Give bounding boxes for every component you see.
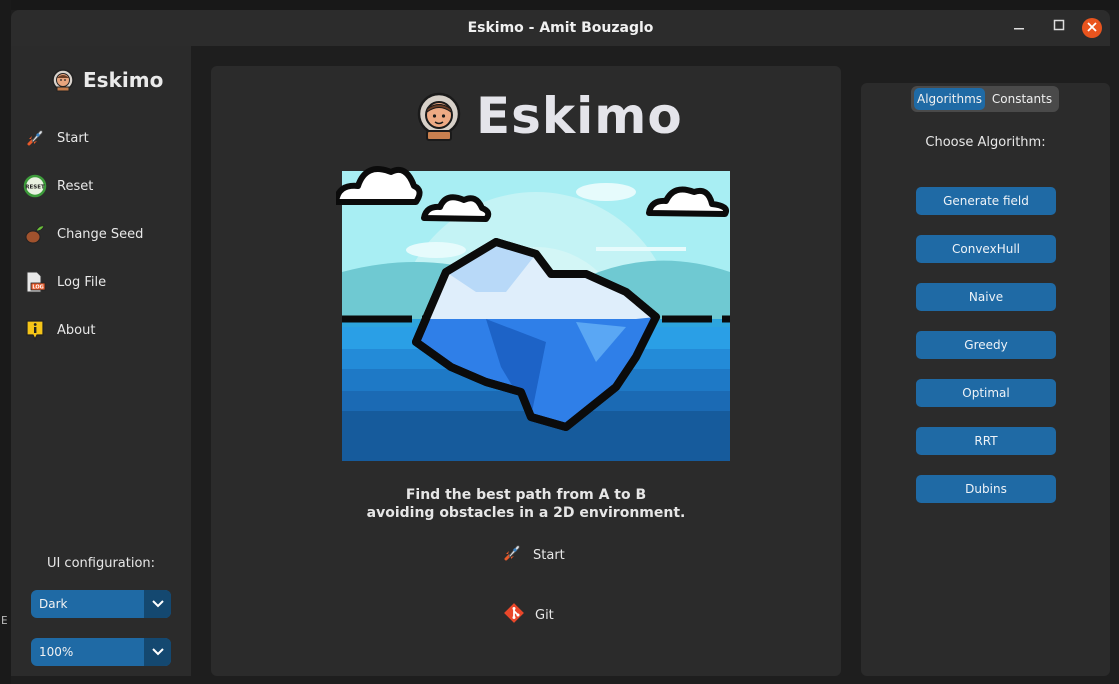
maximize-icon [1053, 19, 1065, 31]
generate-field-button[interactable]: Generate field [916, 187, 1056, 215]
minimize-button[interactable] [1010, 19, 1028, 37]
git-label: Git [535, 607, 554, 623]
home-panel: Eskimo Find the best path from A to B av… [211, 66, 841, 676]
rocket-icon [501, 542, 523, 568]
convexhull-button[interactable]: ConvexHull [916, 235, 1056, 263]
app-window: Eskimo - Amit Bouzaglo Eskimo Start RESE… [11, 10, 1110, 676]
desktop-edge-text: E [1, 614, 8, 627]
naive-button[interactable]: Naive [916, 283, 1056, 311]
hero-header: Eskimo [416, 87, 683, 145]
info-icon [23, 318, 47, 342]
close-icon [1087, 22, 1097, 32]
maximize-button[interactable] [1050, 19, 1068, 37]
rrt-button[interactable]: RRT [916, 427, 1056, 455]
hero-title: Eskimo [476, 87, 683, 145]
scaling-select[interactable]: 100% [31, 638, 171, 666]
seed-icon [23, 222, 47, 246]
chevron-down-icon[interactable] [144, 638, 171, 666]
theme-select-value: Dark [39, 597, 68, 611]
sidebar-item-label: Start [57, 130, 89, 146]
eskimo-logo-icon [52, 69, 74, 92]
sidebar-item-log-file[interactable]: LOG Log File [23, 267, 106, 297]
tab-constants[interactable]: Constants [987, 88, 1057, 110]
eskimo-logo-icon [417, 92, 461, 141]
app-description: Find the best path from A to B avoiding … [211, 486, 841, 522]
log-file-icon: LOG [23, 270, 47, 294]
sidebar: Eskimo Start RESET Reset Change Seed LOG… [11, 46, 191, 676]
center-start-label: Start [533, 547, 565, 563]
iceberg-illustration [336, 166, 730, 461]
description-line-1: Find the best path from A to B [405, 487, 647, 503]
window-title: Eskimo - Amit Bouzaglo [467, 20, 654, 36]
sidebar-item-label: Change Seed [57, 226, 144, 242]
sidebar-brand: Eskimo [51, 64, 163, 96]
tab-bar: Algorithms Constants [911, 86, 1059, 112]
sidebar-item-label: Reset [57, 178, 94, 194]
choose-algorithm-label: Choose Algorithm: [925, 135, 1046, 150]
tab-algorithms[interactable]: Algorithms [914, 88, 985, 110]
sidebar-item-reset[interactable]: RESET Reset [23, 171, 93, 201]
desktop-background-left [0, 0, 11, 684]
chevron-down-icon[interactable] [144, 590, 171, 618]
description-line-2: avoiding obstacles in a 2D environment. [366, 505, 686, 521]
optimal-button[interactable]: Optimal [916, 379, 1056, 407]
svg-text:LOG: LOG [32, 285, 43, 291]
sidebar-brand-text: Eskimo [83, 68, 164, 92]
rocket-icon [23, 126, 47, 150]
sidebar-item-start[interactable]: Start [23, 123, 89, 153]
desktop-background-top [0, 0, 1119, 10]
svg-text:RESET: RESET [25, 185, 45, 191]
theme-select[interactable]: Dark [31, 590, 171, 618]
sidebar-item-label: About [57, 322, 96, 338]
center-start-button[interactable]: Start [501, 541, 565, 569]
title-bar[interactable]: Eskimo - Amit Bouzaglo [11, 10, 1110, 46]
sidebar-item-label: Log File [57, 274, 107, 290]
sidebar-item-change-seed[interactable]: Change Seed [23, 219, 143, 249]
ui-configuration-label: UI configuration: [46, 556, 156, 571]
scaling-select-value: 100% [39, 645, 74, 659]
close-button[interactable] [1082, 18, 1102, 38]
minimize-icon [1014, 28, 1024, 30]
sidebar-item-about[interactable]: About [23, 315, 95, 345]
git-button[interactable]: Git [503, 601, 554, 629]
greedy-button[interactable]: Greedy [916, 331, 1056, 359]
git-icon [503, 602, 525, 628]
reset-icon: RESET [23, 174, 47, 198]
algorithms-panel: Algorithms Constants Choose Algorithm: G… [861, 83, 1110, 676]
dubins-button[interactable]: Dubins [916, 475, 1056, 503]
